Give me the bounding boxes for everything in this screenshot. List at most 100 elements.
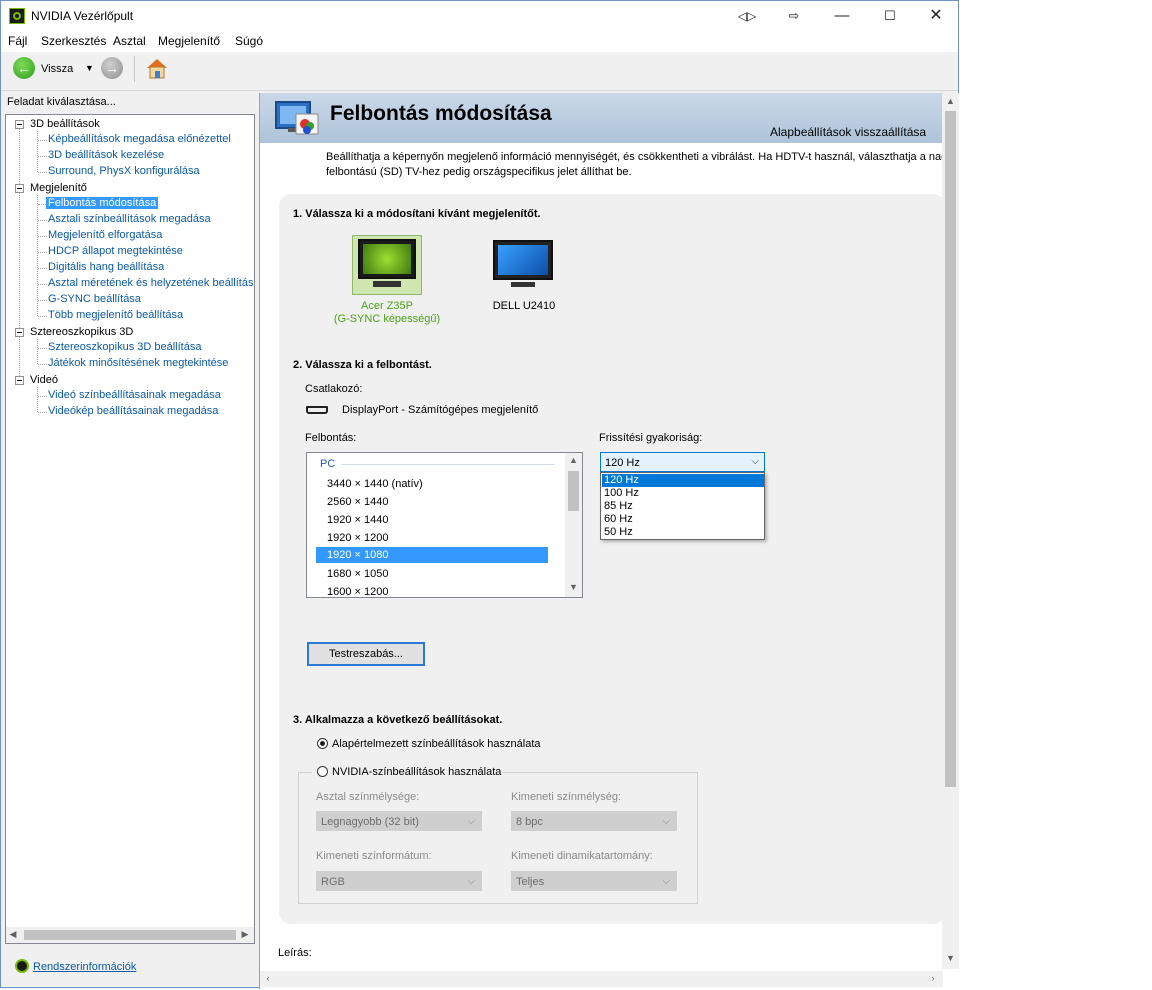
tree-item-digital-audio[interactable]: Digitális hang beállítása bbox=[48, 261, 164, 273]
refresh-rate-select[interactable]: 120 Hz ⌵ bbox=[600, 452, 765, 472]
tree-horizontal-scrollbar[interactable]: ◀ ▶ bbox=[6, 927, 254, 943]
maximize-button[interactable]: ☐ bbox=[867, 1, 913, 31]
refresh-option[interactable]: 50 Hz bbox=[602, 526, 764, 539]
resolution-item[interactable]: 2560 × 1440 bbox=[327, 496, 388, 508]
output-format-label: Kimeneti színformátum: bbox=[316, 850, 432, 862]
toolbar-separator bbox=[134, 56, 135, 82]
monitor-dell-name: DELL U2410 bbox=[492, 300, 556, 312]
customize-button[interactable]: Testreszabás... bbox=[307, 642, 425, 666]
tree-item-hdcp-status[interactable]: HDCP állapot megtekintése bbox=[48, 245, 183, 257]
tree-item-change-resolution[interactable]: Felbontás módosítása bbox=[46, 197, 159, 209]
refresh-option[interactable]: 60 Hz bbox=[602, 513, 764, 526]
menu-desktop[interactable]: Asztal bbox=[113, 34, 146, 48]
connector-label: Csatlakozó: bbox=[305, 383, 363, 395]
collapse-display-icon[interactable] bbox=[15, 184, 24, 193]
monitor-acer[interactable] bbox=[352, 235, 422, 295]
step1-heading: 1. Válassza ki a módosítani kívánt megje… bbox=[293, 208, 541, 220]
restore-defaults-link[interactable]: Alapbeállítások visszaállítása bbox=[770, 125, 926, 139]
close-button[interactable]: ✕ bbox=[913, 1, 959, 31]
acer-monitor-icon bbox=[358, 239, 416, 279]
resolution-list[interactable]: PC 3440 × 1440 (natív) 2560 × 1440 1920 … bbox=[306, 452, 583, 598]
resolution-group-header: PC bbox=[320, 458, 336, 470]
scroll-down-icon[interactable]: ▼ bbox=[945, 953, 956, 963]
back-arrow-icon[interactable]: ← bbox=[13, 57, 35, 79]
tree-item-stereo-setup[interactable]: Sztereoszkopikus 3D beállítása bbox=[48, 341, 201, 353]
tree-category-stereo[interactable]: Sztereoszkopikus 3D bbox=[30, 326, 133, 338]
forward-arrow-icon[interactable]: → bbox=[101, 57, 123, 79]
tree-item-rotate-display[interactable]: Megjelenítő elforgatása bbox=[48, 229, 162, 241]
collapse-video-icon[interactable] bbox=[15, 376, 24, 385]
menu-display[interactable]: Megjelenítő bbox=[158, 34, 220, 48]
tree-scroll-thumb[interactable] bbox=[24, 930, 236, 940]
resolution-scrollbar[interactable]: ▲ ▼ bbox=[565, 453, 582, 597]
scroll-right-icon[interactable]: ▶ bbox=[240, 929, 250, 940]
collapse-3d-icon[interactable] bbox=[15, 120, 24, 129]
tree-category-display[interactable]: Megjelenítő bbox=[30, 182, 87, 194]
tree-item-video-image[interactable]: Videókép beállításainak megadása bbox=[48, 405, 218, 417]
displayport-icon bbox=[306, 406, 328, 414]
refresh-option[interactable]: 85 Hz bbox=[602, 500, 764, 513]
back-button-label[interactable]: Vissza bbox=[41, 63, 73, 75]
refresh-option[interactable]: 100 Hz bbox=[602, 487, 764, 500]
tree-item-video-color[interactable]: Videó színbeállításainak megadása bbox=[48, 389, 221, 401]
tree-item-surround-physx[interactable]: Surround, PhysX konfigurálása bbox=[48, 165, 200, 177]
refresh-option-selected[interactable]: 120 Hz bbox=[602, 474, 764, 487]
content-vertical-scrollbar[interactable]: ▲ ▼ bbox=[942, 93, 959, 969]
radio-nvidia-colors[interactable] bbox=[317, 766, 328, 777]
step3-heading: 3. Alkalmazza a következő beállításokat. bbox=[293, 714, 503, 726]
scroll-right-icon[interactable]: › bbox=[928, 973, 938, 983]
tree-category-3d[interactable]: 3D beállítások bbox=[30, 118, 100, 130]
scroll-down-icon[interactable]: ▼ bbox=[568, 582, 579, 592]
title-bar: NVIDIA Vezérlőpult ◁▷ ⇨ — ☐ ✕ bbox=[1, 1, 958, 31]
radio-default-colors-label[interactable]: Alapértelmezett színbeállítások használa… bbox=[332, 738, 541, 750]
resolution-item[interactable]: 1680 × 1050 bbox=[327, 568, 388, 580]
minimize-button[interactable]: — bbox=[819, 1, 865, 31]
resolution-item[interactable]: 1920 × 1200 bbox=[327, 532, 388, 544]
content-horizontal-scrollbar[interactable]: ‹ › bbox=[260, 971, 943, 987]
tree-item-image-settings[interactable]: Képbeállítások megadása előnézettel bbox=[48, 133, 231, 145]
resolution-item[interactable]: 3440 × 1440 (natív) bbox=[327, 478, 423, 490]
output-range-label: Kimeneti dinamikatartomány: bbox=[511, 850, 653, 862]
tree-item-desktop-size[interactable]: Asztal méretének és helyzetének beállítá… bbox=[48, 277, 254, 289]
page-title: Felbontás módosítása bbox=[330, 102, 552, 125]
system-info-label[interactable]: Rendszerinformációk bbox=[33, 961, 136, 973]
snap-icon[interactable]: ◁▷ bbox=[724, 1, 770, 31]
connector-value: DisplayPort - Számítógépes megjelenítő bbox=[342, 404, 539, 416]
chevron-down-icon: ⌵ bbox=[662, 816, 670, 827]
back-dropdown-icon[interactable]: ▼ bbox=[85, 63, 94, 73]
monitor-acer-name: Acer Z35P bbox=[361, 300, 413, 312]
page-description: Beállíthatja a képernyőn megjelenő infor… bbox=[326, 151, 942, 178]
step2-heading: 2. Válassza ki a felbontást. bbox=[293, 359, 432, 371]
tree-item-gsync[interactable]: G-SYNC beállítása bbox=[48, 293, 141, 305]
scroll-up-icon[interactable]: ▲ bbox=[568, 455, 579, 465]
tree-item-multi-display[interactable]: Több megjelenítő beállítása bbox=[48, 309, 183, 321]
chevron-down-icon: ⌵ bbox=[662, 876, 670, 887]
restore-window-icon[interactable]: ⇨ bbox=[771, 1, 817, 31]
home-icon[interactable] bbox=[145, 56, 169, 80]
scroll-up-icon[interactable]: ▲ bbox=[945, 96, 956, 106]
resolution-scroll-thumb[interactable] bbox=[568, 471, 579, 511]
monitor-dell[interactable] bbox=[491, 238, 555, 290]
tree-category-video[interactable]: Videó bbox=[30, 374, 58, 386]
resolution-item-selected-label[interactable]: 1920 × 1080 bbox=[327, 549, 388, 561]
page-banner: Felbontás módosítása Alapbeállítások vis… bbox=[260, 93, 943, 143]
window-title: NVIDIA Vezérlőpult bbox=[31, 9, 134, 23]
content-scroll-thumb[interactable] bbox=[945, 111, 956, 787]
tree-item-game-ratings[interactable]: Játékok minősítésének megtekintése bbox=[48, 357, 228, 369]
collapse-stereo-icon[interactable] bbox=[15, 328, 24, 337]
resolution-item[interactable]: 1600 × 1200 bbox=[327, 586, 388, 597]
refresh-rate-dropdown[interactable]: 120 Hz 100 Hz 85 Hz 60 Hz 50 Hz bbox=[600, 472, 765, 540]
resolution-item[interactable]: 1920 × 1440 bbox=[327, 514, 388, 526]
radio-nvidia-colors-label[interactable]: NVIDIA-színbeállítások használata bbox=[332, 766, 501, 778]
scroll-left-icon[interactable]: ◀ bbox=[8, 929, 18, 940]
menu-edit[interactable]: Szerkesztés bbox=[41, 34, 106, 48]
task-tree: 3D beállítások Képbeállítások megadása e… bbox=[5, 114, 255, 944]
refresh-rate-label: Frissítési gyakoriság: bbox=[599, 432, 703, 444]
menu-help[interactable]: Súgó bbox=[235, 34, 263, 48]
scroll-left-icon[interactable]: ‹ bbox=[263, 973, 273, 983]
radio-default-colors[interactable] bbox=[317, 738, 328, 749]
desktop-depth-select: Legnagyobb (32 bit) ⌵ bbox=[316, 811, 482, 831]
tree-item-manage-3d[interactable]: 3D beállítások kezelése bbox=[48, 149, 164, 161]
menu-file[interactable]: Fájl bbox=[8, 34, 27, 48]
tree-item-desktop-color[interactable]: Asztali színbeállítások megadása bbox=[48, 213, 211, 225]
